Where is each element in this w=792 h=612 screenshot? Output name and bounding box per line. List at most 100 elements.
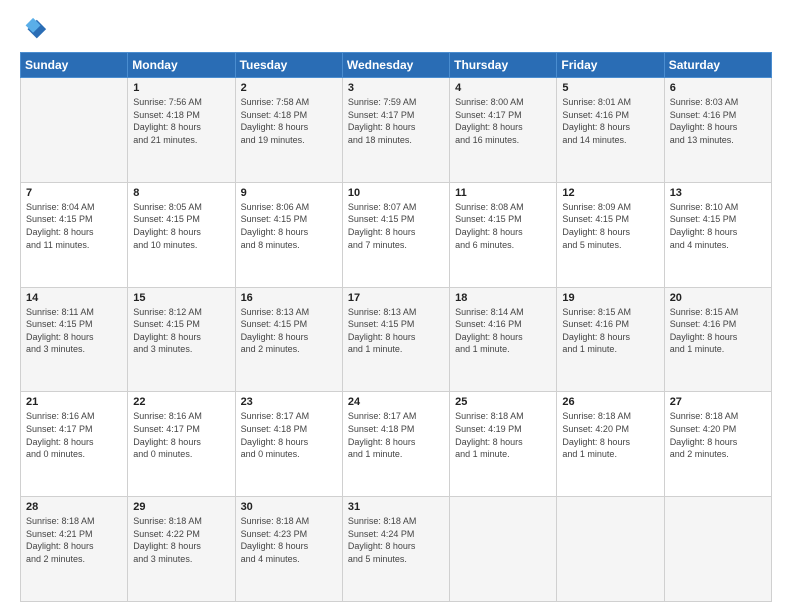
day-number: 20 [670,292,766,304]
day-info: Sunrise: 8:18 AMSunset: 4:23 PMDaylight:… [241,515,337,565]
table-row: 11Sunrise: 8:08 AMSunset: 4:15 PMDayligh… [450,182,557,287]
table-row: 18 Sunrise: 8:14 AMSunset: 4:16 PMDayligh… [450,287,557,392]
day-number: 27 [670,396,766,408]
table-row: 29 Sunrise: 8:18 AMSunset: 4:22 PMDayligh… [128,497,235,602]
day-number: 14 [26,292,122,304]
day-info: Sunrise: 8:01 AMSunset: 4:16 PMDaylight:… [562,96,658,146]
day-number: 29 [133,501,229,513]
day-number: 15 [133,292,229,304]
day-info: Sunrise: 8:09 AMSunset: 4:15 PMDaylight:… [562,201,658,251]
table-row: 12 Sunrise: 8:09 AMSunset: 4:15 PMDayligh… [557,182,664,287]
day-info: Sunrise: 8:14 AMSunset: 4:16 PMDaylight:… [455,306,551,356]
table-row: 3 Sunrise: 7:59 AMSunset: 4:17 PMDaylight… [342,78,449,183]
table-row: 9Sunrise: 8:06 AMSunset: 4:15 PMDaylight… [235,182,342,287]
day-number: 26 [562,396,658,408]
day-info: Sunrise: 8:15 AMSunset: 4:16 PMDaylight:… [562,306,658,356]
day-info: Sunrise: 8:17 AMSunset: 4:18 PMDaylight:… [348,410,444,460]
day-info: Sunrise: 8:15 AMSunset: 4:16 PMDaylight:… [670,306,766,356]
calendar-header-row: Sunday Monday Tuesday Wednesday Thursday… [21,53,772,78]
table-row: 17 Sunrise: 8:13 AMSunset: 4:15 PMDayligh… [342,287,449,392]
page: Sunday Monday Tuesday Wednesday Thursday… [0,0,792,612]
col-thursday: Thursday [450,53,557,78]
day-number: 22 [133,396,229,408]
day-info: Sunrise: 8:18 AMSunset: 4:20 PMDaylight:… [670,410,766,460]
table-row: 21 Sunrise: 8:16 AMSunset: 4:17 PMDayligh… [21,392,128,497]
day-info: Sunrise: 8:13 AMSunset: 4:15 PMDaylight:… [241,306,337,356]
day-number: 13 [670,187,766,199]
day-info: Sunrise: 7:58 AMSunset: 4:18 PMDaylight:… [241,96,337,146]
day-info: Sunrise: 8:18 AMSunset: 4:21 PMDaylight:… [26,515,122,565]
col-wednesday: Wednesday [342,53,449,78]
table-row: 19 Sunrise: 8:15 AMSunset: 4:16 PMDayligh… [557,287,664,392]
day-info: Sunrise: 8:05 AMSunset: 4:15 PMDaylight:… [133,201,229,251]
day-number: 19 [562,292,658,304]
day-info: Sunrise: 8:07 AMSunset: 4:15 PMDaylight:… [348,201,444,251]
day-number: 24 [348,396,444,408]
header [20,16,772,44]
table-row: 8 Sunrise: 8:05 AMSunset: 4:15 PMDaylight… [128,182,235,287]
day-number: 1 [133,82,229,94]
table-row: 28 Sunrise: 8:18 AMSunset: 4:21 PMDayligh… [21,497,128,602]
logo-icon [20,16,48,44]
table-row: 25 Sunrise: 8:18 AMSunset: 4:19 PMDayligh… [450,392,557,497]
day-number: 28 [26,501,122,513]
table-row: 6 Sunrise: 8:03 AMSunset: 4:16 PMDaylight… [664,78,771,183]
col-friday: Friday [557,53,664,78]
day-number: 17 [348,292,444,304]
table-row [450,497,557,602]
table-row [557,497,664,602]
table-row: 10 Sunrise: 8:07 AMSunset: 4:15 PMDayligh… [342,182,449,287]
calendar-row: 14 Sunrise: 8:11 AMSunset: 4:15 PMDayligh… [21,287,772,392]
day-number: 12 [562,187,658,199]
day-number: 7 [26,187,122,199]
day-number: 23 [241,396,337,408]
day-info: Sunrise: 8:18 AMSunset: 4:20 PMDaylight:… [562,410,658,460]
day-number: 25 [455,396,551,408]
day-info: Sunrise: 8:08 AMSunset: 4:15 PMDaylight:… [455,201,551,251]
day-number: 30 [241,501,337,513]
day-number: 21 [26,396,122,408]
day-info: Sunrise: 8:16 AMSunset: 4:17 PMDaylight:… [133,410,229,460]
day-info: Sunrise: 8:10 AMSunset: 4:15 PMDaylight:… [670,201,766,251]
day-number: 2 [241,82,337,94]
day-info: Sunrise: 7:56 AMSunset: 4:18 PMDaylight:… [133,96,229,146]
day-info: Sunrise: 8:13 AMSunset: 4:15 PMDaylight:… [348,306,444,356]
table-row: 1 Sunrise: 7:56 AMSunset: 4:18 PMDaylight… [128,78,235,183]
calendar-row: 21 Sunrise: 8:16 AMSunset: 4:17 PMDayligh… [21,392,772,497]
day-info: Sunrise: 7:59 AMSunset: 4:17 PMDaylight:… [348,96,444,146]
table-row: 16 Sunrise: 8:13 AMSunset: 4:15 PMDayligh… [235,287,342,392]
day-info: Sunrise: 8:03 AMSunset: 4:16 PMDaylight:… [670,96,766,146]
day-info: Sunrise: 8:18 AMSunset: 4:22 PMDaylight:… [133,515,229,565]
table-row: 2 Sunrise: 7:58 AMSunset: 4:18 PMDaylight… [235,78,342,183]
day-number: 4 [455,82,551,94]
day-info: Sunrise: 8:16 AMSunset: 4:17 PMDaylight:… [26,410,122,460]
day-info: Sunrise: 8:00 AMSunset: 4:17 PMDaylight:… [455,96,551,146]
day-number: 6 [670,82,766,94]
table-row: 23Sunrise: 8:17 AMSunset: 4:18 PMDayligh… [235,392,342,497]
col-sunday: Sunday [21,53,128,78]
table-row: 27 Sunrise: 8:18 AMSunset: 4:20 PMDayligh… [664,392,771,497]
day-number: 31 [348,501,444,513]
day-number: 3 [348,82,444,94]
table-row: 7Sunrise: 8:04 AMSunset: 4:15 PMDaylight… [21,182,128,287]
table-row: 20 Sunrise: 8:15 AMSunset: 4:16 PMDayligh… [664,287,771,392]
calendar-row: 7Sunrise: 8:04 AMSunset: 4:15 PMDaylight… [21,182,772,287]
day-number: 10 [348,187,444,199]
day-info: Sunrise: 8:12 AMSunset: 4:15 PMDaylight:… [133,306,229,356]
day-number: 8 [133,187,229,199]
day-number: 5 [562,82,658,94]
day-info: Sunrise: 8:18 AMSunset: 4:24 PMDaylight:… [348,515,444,565]
col-saturday: Saturday [664,53,771,78]
day-number: 18 [455,292,551,304]
table-row: 4 Sunrise: 8:00 AMSunset: 4:17 PMDaylight… [450,78,557,183]
table-row: 24 Sunrise: 8:17 AMSunset: 4:18 PMDayligh… [342,392,449,497]
day-info: Sunrise: 8:11 AMSunset: 4:15 PMDaylight:… [26,306,122,356]
table-row: 13 Sunrise: 8:10 AMSunset: 4:15 PMDayligh… [664,182,771,287]
table-row: 15 Sunrise: 8:12 AMSunset: 4:15 PMDayligh… [128,287,235,392]
table-row: 30 Sunrise: 8:18 AMSunset: 4:23 PMDayligh… [235,497,342,602]
col-monday: Monday [128,53,235,78]
calendar-row: 1 Sunrise: 7:56 AMSunset: 4:18 PMDaylight… [21,78,772,183]
day-info: Sunrise: 8:06 AMSunset: 4:15 PMDaylight:… [241,201,337,251]
day-number: 16 [241,292,337,304]
day-info: Sunrise: 8:18 AMSunset: 4:19 PMDaylight:… [455,410,551,460]
